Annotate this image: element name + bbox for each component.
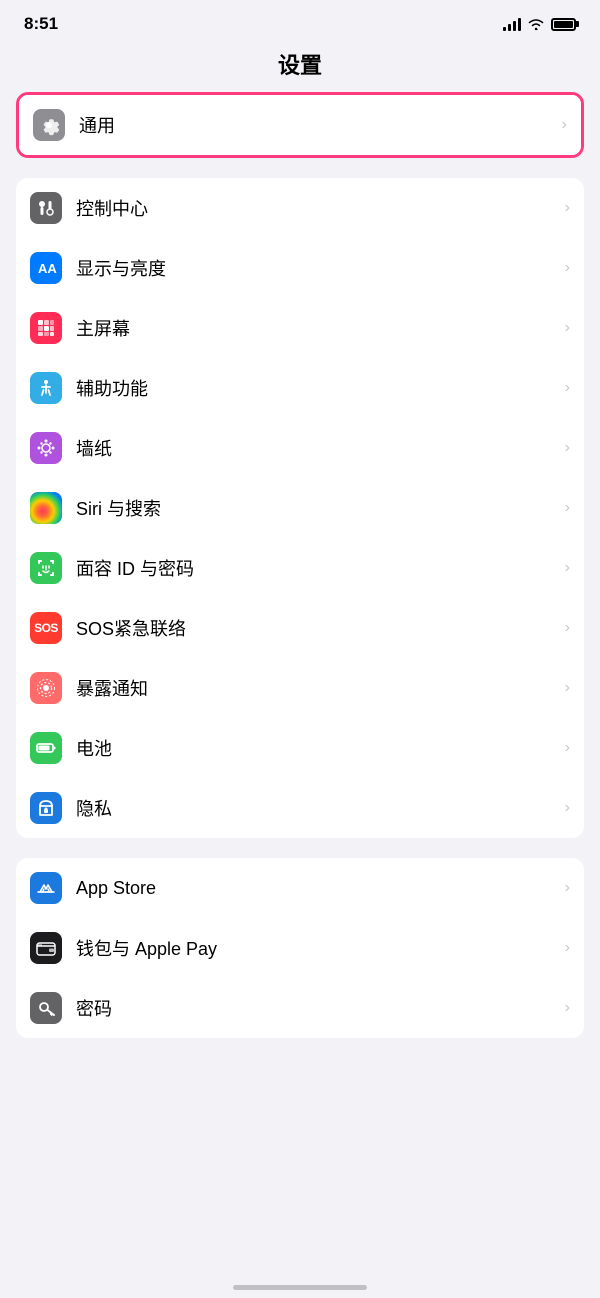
- siri-icon: [30, 492, 62, 524]
- chevron-icon: ›: [565, 559, 570, 577]
- settings-row-accessibility[interactable]: 辅助功能 ›: [16, 358, 584, 418]
- general-label: 通用: [79, 112, 556, 138]
- settings-group-store: App Store › 钱包与 Apple Pay › 密码 ›: [16, 858, 584, 1038]
- siri-label: Siri 与搜索: [76, 495, 559, 521]
- key-icon: [30, 992, 62, 1024]
- settings-row-sos[interactable]: SOS SOS紧急联络 ›: [16, 598, 584, 658]
- chevron-icon: ›: [562, 116, 567, 134]
- home-indicator: [233, 1285, 367, 1290]
- settings-row-exposure[interactable]: 暴露通知 ›: [16, 658, 584, 718]
- home-screen-icon: [30, 312, 62, 344]
- settings-row-wallpaper[interactable]: 墙纸 ›: [16, 418, 584, 478]
- control-center-label: 控制中心: [76, 195, 559, 221]
- battery-icon: [551, 18, 576, 31]
- chevron-icon: ›: [565, 739, 570, 757]
- chevron-icon: ›: [565, 379, 570, 397]
- gear-icon: [33, 109, 65, 141]
- wallpaper-label: 墙纸: [76, 435, 559, 461]
- chevron-icon: ›: [565, 499, 570, 517]
- wifi-icon: [527, 17, 545, 31]
- battery-setting-icon: [30, 732, 62, 764]
- battery-label: 电池: [76, 735, 559, 761]
- settings-row-general[interactable]: 通用 ›: [19, 95, 581, 155]
- wallpaper-icon: [30, 432, 62, 464]
- wallet-icon: [30, 932, 62, 964]
- settings-row-display[interactable]: AA 显示与亮度 ›: [16, 238, 584, 298]
- sos-icon: SOS: [30, 612, 62, 644]
- chevron-icon: ›: [565, 939, 570, 957]
- settings-row-app-store[interactable]: App Store ›: [16, 858, 584, 918]
- wallet-label: 钱包与 Apple Pay: [76, 935, 559, 961]
- chevron-icon: ›: [565, 799, 570, 817]
- chevron-icon: ›: [565, 319, 570, 337]
- settings-row-wallet[interactable]: 钱包与 Apple Pay ›: [16, 918, 584, 978]
- settings-group-display: 控制中心 › AA 显示与亮度 › 主屏幕 ›: [16, 178, 584, 838]
- privacy-label: 隐私: [76, 795, 559, 821]
- battery-fill: [554, 21, 573, 28]
- chevron-icon: ›: [565, 879, 570, 897]
- accessibility-icon: [30, 372, 62, 404]
- privacy-icon: [30, 792, 62, 824]
- settings-row-battery[interactable]: 电池 ›: [16, 718, 584, 778]
- display-label: 显示与亮度: [76, 255, 559, 281]
- chevron-icon: ›: [565, 439, 570, 457]
- page-title: 设置: [0, 42, 600, 92]
- settings-group-general: 通用 ›: [16, 92, 584, 158]
- chevron-icon: ›: [565, 679, 570, 697]
- exposure-label: 暴露通知: [76, 675, 559, 701]
- sos-label: SOS紧急联络: [76, 615, 559, 641]
- face-id-icon: [30, 552, 62, 584]
- svg-text:AA: AA: [38, 261, 57, 276]
- home-screen-label: 主屏幕: [76, 315, 559, 341]
- chevron-icon: ›: [565, 999, 570, 1017]
- display-icon: AA: [30, 252, 62, 284]
- settings-row-control-center[interactable]: 控制中心 ›: [16, 178, 584, 238]
- app-store-label: App Store: [76, 878, 559, 899]
- app-store-icon: [30, 872, 62, 904]
- chevron-icon: ›: [565, 259, 570, 277]
- status-time: 8:51: [24, 14, 58, 34]
- settings-row-siri[interactable]: Siri 与搜索 ›: [16, 478, 584, 538]
- passwords-label: 密码: [76, 995, 559, 1021]
- status-icons: [503, 17, 576, 31]
- signal-icon: [503, 17, 521, 31]
- accessibility-label: 辅助功能: [76, 375, 559, 401]
- face-id-label: 面容 ID 与密码: [76, 555, 559, 581]
- chevron-icon: ›: [565, 619, 570, 637]
- settings-row-home-screen[interactable]: 主屏幕 ›: [16, 298, 584, 358]
- exposure-icon: [30, 672, 62, 704]
- settings-row-face-id[interactable]: 面容 ID 与密码 ›: [16, 538, 584, 598]
- controls-icon: [30, 192, 62, 224]
- settings-row-passwords[interactable]: 密码 ›: [16, 978, 584, 1038]
- chevron-icon: ›: [565, 199, 570, 217]
- settings-row-privacy[interactable]: 隐私 ›: [16, 778, 584, 838]
- status-bar: 8:51: [0, 0, 600, 42]
